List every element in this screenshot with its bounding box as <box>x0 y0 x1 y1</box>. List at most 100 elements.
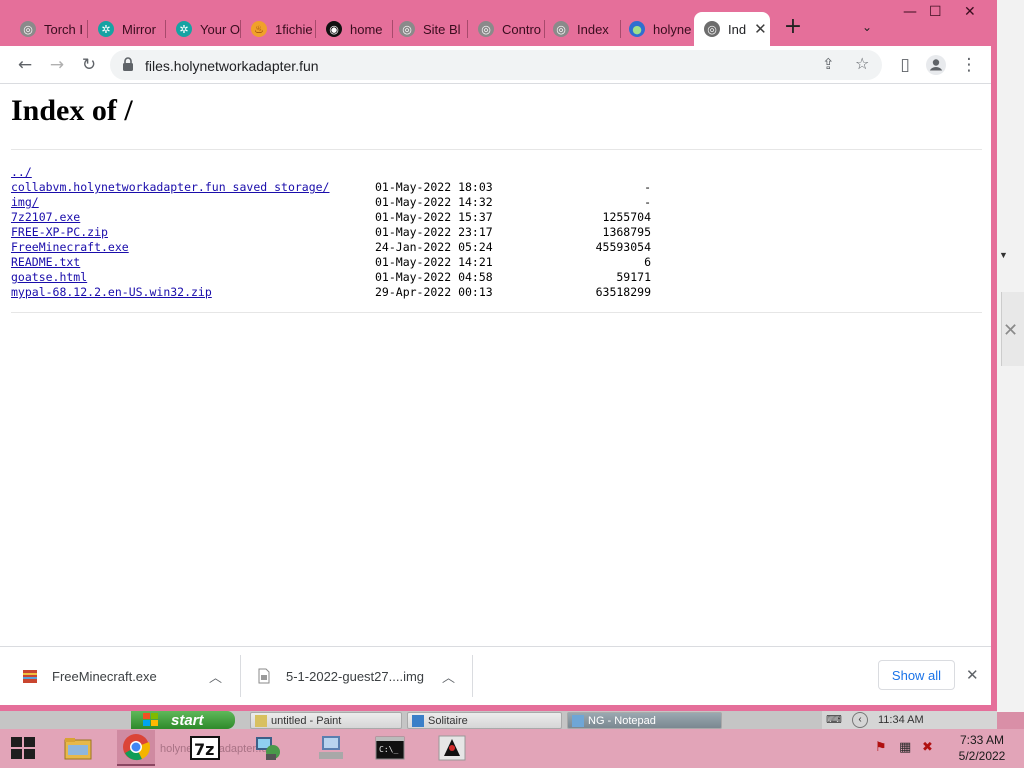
windows-logo-icon <box>11 737 35 759</box>
volume-muted-icon[interactable]: ✖ <box>922 740 933 755</box>
chevron-up-icon[interactable]: ︿ <box>442 667 455 686</box>
file-date: 01-May-2022 04:58 <box>375 270 493 284</box>
tab-title: Torch I <box>44 21 84 37</box>
profile-icon <box>926 55 946 75</box>
file-date: 01-May-2022 15:37 <box>375 210 493 224</box>
download-filename: 5-1-2022-guest27....img <box>286 668 425 684</box>
download-item-2[interactable]: 5-1-2022-guest27....img ︿ <box>256 647 466 705</box>
vm-task-paint[interactable]: untitled - Paint <box>250 712 402 729</box>
tab-title: 1fichie <box>275 21 313 37</box>
file-link[interactable]: goatse.html <box>11 270 87 284</box>
file-row: goatse.html 01-May-2022 04:58 59171 <box>11 270 651 285</box>
java-app-button[interactable] <box>433 730 471 766</box>
file-link[interactable]: 7z2107.exe <box>11 210 80 224</box>
computer-icon <box>319 736 343 759</box>
host-time: 7:33 AM <box>959 733 1005 747</box>
network-app-button[interactable] <box>249 730 287 766</box>
show-all-button[interactable]: Show all <box>878 660 955 690</box>
vm-task-solitaire[interactable]: Solitaire <box>407 712 562 729</box>
background-close-icon: ✕ <box>1003 320 1019 341</box>
windows-start-button[interactable] <box>4 730 42 766</box>
tab-4[interactable]: ♨ 1fichie <box>241 14 315 44</box>
divider <box>11 149 982 150</box>
chevron-up-icon[interactable]: ︿ <box>209 667 222 686</box>
gear-icon: ✲ <box>176 21 192 37</box>
svg-text:C:\_: C:\_ <box>379 745 398 754</box>
network-icon[interactable]: ▦ <box>899 740 911 755</box>
file-date: 01-May-2022 18:03 <box>375 180 493 194</box>
tab-3[interactable]: ✲ Your O <box>166 14 240 44</box>
file-size: - <box>644 180 651 194</box>
globe-gray-icon: ◎ <box>553 21 569 37</box>
new-tab-button[interactable]: + <box>782 16 804 40</box>
vm-app-button[interactable] <box>312 730 350 766</box>
tab-6[interactable]: ◎ Site Bl <box>389 14 465 44</box>
tab-5[interactable]: ◉ home <box>316 14 392 44</box>
file-size: - <box>644 195 651 209</box>
file-listing: ../collabvm.holynetworkadapter.fun saved… <box>11 165 651 300</box>
close-window-button[interactable]: ✕ <box>964 4 976 20</box>
vm-start-button[interactable]: start <box>131 711 235 729</box>
close-tab-icon[interactable]: ✕ <box>754 20 767 38</box>
host-clock[interactable]: 7:33 AM 5/2/2022 <box>948 732 1016 764</box>
file-date: 24-Jan-2022 05:24 <box>375 240 493 254</box>
task-label: untitled - Paint <box>271 714 342 727</box>
close-shelf-icon[interactable]: ✕ <box>966 666 979 684</box>
tab-9[interactable]: ● holyne <box>619 14 693 44</box>
tab-active[interactable]: ◎ Ind ✕ <box>694 12 770 46</box>
browser-window: ◎ Torch I ✲ Mirror ✲ Your O ♨ 1fichie ◉ … <box>0 0 997 711</box>
tab-1[interactable]: ◎ Torch I <box>10 14 86 44</box>
file-date: 01-May-2022 23:17 <box>375 225 493 239</box>
download-item-1[interactable]: FreeMinecraft.exe ︿ <box>22 647 232 705</box>
sevenzip-button[interactable]: 7z <box>186 730 224 766</box>
sevenzip-icon: 7z <box>190 736 220 760</box>
tab-8[interactable]: ◎ Index <box>543 14 619 44</box>
back-button[interactable]: ← <box>14 54 36 76</box>
maximize-button[interactable]: ☐ <box>929 4 942 20</box>
file-link[interactable]: FreeMinecraft.exe <box>11 240 129 254</box>
file-date: 01-May-2022 14:32 <box>375 195 493 209</box>
file-explorer-button[interactable] <box>59 730 97 766</box>
task-label: NG - Notepad <box>588 714 656 727</box>
download-filename: FreeMinecraft.exe <box>52 668 157 684</box>
tab-title: Contro <box>502 21 542 37</box>
network-warning-icon[interactable]: ⚑ <box>875 740 887 755</box>
command-prompt-button[interactable]: C:\_ <box>371 730 409 766</box>
globe-icon: ● <box>629 21 645 37</box>
file-size: 59171 <box>616 270 651 284</box>
tab-search-button[interactable]: ⌄ <box>862 20 872 34</box>
file-link[interactable]: mypal-68.12.2.en-US.win32.zip <box>11 285 212 299</box>
bookmark-star-icon[interactable]: ☆ <box>855 54 869 73</box>
tab-7[interactable]: ◎ Contro <box>468 14 544 44</box>
file-link[interactable]: collabvm.holynetworkadapter.fun saved st… <box>11 180 330 194</box>
tab-title: home <box>350 21 383 37</box>
url-text: files.holynetworkadapter.fun <box>145 58 319 74</box>
page-content: Index of / ../collabvm.holynetworkadapte… <box>0 84 991 646</box>
profile-button[interactable] <box>925 54 947 76</box>
tab-title: Your O <box>200 21 240 37</box>
browser-toolbar: ← → ↻ files.holynetworkadapter.fun ⇪ ☆ ▯… <box>0 46 991 84</box>
tab-title: Index <box>577 21 609 37</box>
file-link[interactable]: ../ <box>11 165 32 179</box>
gear-icon: ✲ <box>98 21 114 37</box>
spiral-icon: ◉ <box>326 21 342 37</box>
chrome-menu-button[interactable]: ⋮ <box>958 54 980 76</box>
chrome-icon <box>123 734 150 761</box>
file-link[interactable]: FREE-XP-PC.zip <box>11 225 108 239</box>
minimize-button[interactable]: — <box>903 4 917 20</box>
collapse-tray-icon[interactable]: ‹ <box>852 712 868 728</box>
tab-2[interactable]: ✲ Mirror <box>88 14 164 44</box>
file-link[interactable]: README.txt <box>11 255 80 269</box>
side-panel-button[interactable]: ▯ <box>894 54 916 76</box>
file-row: FREE-XP-PC.zip 01-May-2022 23:17 1368795 <box>11 225 651 240</box>
reload-button[interactable]: ↻ <box>78 54 100 76</box>
file-link[interactable]: img/ <box>11 195 39 209</box>
address-bar[interactable]: files.holynetworkadapter.fun ⇪ ☆ <box>110 50 882 80</box>
file-size: 6 <box>644 255 651 269</box>
forward-button[interactable]: → <box>46 54 68 76</box>
share-icon[interactable]: ⇪ <box>822 55 835 73</box>
tab-title: holyne <box>653 21 692 37</box>
task-label: Solitaire <box>428 714 468 727</box>
vm-task-notepad[interactable]: NG - Notepad <box>567 712 722 729</box>
chrome-button[interactable] <box>117 730 155 766</box>
